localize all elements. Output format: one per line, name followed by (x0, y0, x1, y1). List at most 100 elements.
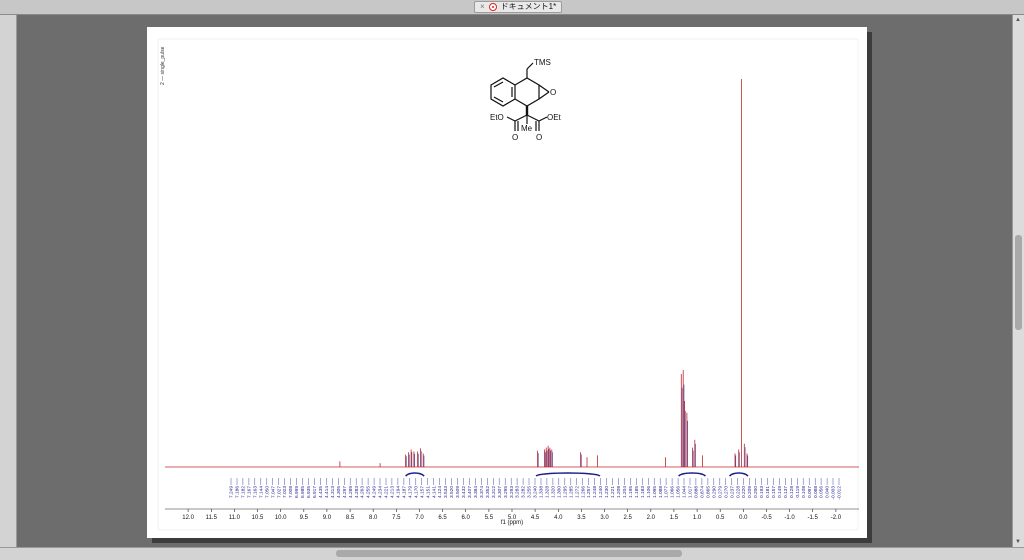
peak-label: 3.255 (527, 478, 533, 498)
peak-label-text: 4.141 (431, 486, 437, 498)
oet-label: OEt (547, 113, 562, 122)
peak-label-text: 0.193 (759, 486, 765, 498)
peak-label: 0.865 (706, 478, 712, 498)
x-tick-label: 6.5 (438, 515, 447, 521)
horizontal-scroll-thumb[interactable] (336, 550, 682, 557)
peak-label-text: 3.307 (497, 486, 503, 498)
peak-label-text: 1.077 (664, 486, 670, 498)
peak-label-text: 0.149 (777, 486, 783, 498)
peak-label-text: 4.297 (342, 486, 348, 498)
peak-label-text: 4.151 (425, 486, 431, 498)
left-panel-strip (0, 15, 17, 547)
peak-label: 1.066 (670, 478, 676, 498)
peak-label: 4.255 (366, 478, 372, 498)
peak-label: 0.181 (765, 478, 771, 498)
carbonyl-o-label: O (512, 133, 518, 142)
peak-label: 0.119 (795, 478, 801, 498)
peak-label: 0.874 (700, 478, 706, 498)
peak-label: 0.097 (807, 478, 813, 498)
document-page: 2 — single_pulse TMS O EtO OEt Me O O 7.… (147, 27, 867, 538)
peak-label-text: 7.182 (241, 486, 247, 498)
vertical-scrollbar[interactable]: ▲ ▼ (1012, 15, 1024, 547)
peak-label-text: 0.270 (723, 486, 729, 498)
peak-label: 1.088 (658, 478, 664, 498)
peak-label: 6.917 (312, 478, 318, 498)
peak-label-text: 1.066 (670, 486, 676, 498)
peak-label: -0.012 (837, 478, 843, 500)
plot-frame (157, 38, 859, 531)
peak-label: 0.220 (741, 478, 747, 498)
peak-label-text: 1.285 (568, 486, 574, 498)
peak-label: 1.295 (562, 478, 568, 498)
x-tick-label: 11.5 (206, 515, 218, 521)
peak-label: 1.077 (664, 478, 670, 498)
peak-label: -0.003 (831, 478, 837, 500)
x-tick-label: -1.5 (808, 515, 819, 521)
peak-label: 7.023 (282, 478, 288, 498)
peak-label: 7.182 (241, 478, 247, 498)
peak-label: 4.157 (419, 478, 425, 498)
peak-label-text: 3.312 (491, 486, 497, 498)
peak-label: 3.432 (461, 478, 467, 498)
scroll-up-icon[interactable]: ▲ (1015, 17, 1021, 23)
horizontal-scrollbar[interactable] (0, 547, 1024, 560)
close-icon[interactable]: × (480, 1, 485, 13)
peak-label-text: 3.240 (533, 486, 539, 498)
peak-label-text: 4.313 (330, 486, 336, 498)
peak-label-text: 0.040 (825, 486, 831, 498)
x-tick-label: 10.0 (275, 515, 287, 521)
peak-label-text: 4.157 (419, 486, 425, 498)
peak-label: 0.128 (789, 478, 795, 498)
peak-label: 3.293 (509, 478, 515, 498)
peak-label-text: 3.374 (479, 486, 485, 498)
peak-label-text: 1.272 (574, 486, 580, 498)
peak-label: 3.283 (515, 478, 521, 498)
peak-label-text: 0.119 (795, 486, 801, 498)
peak-label: 7.144 (258, 478, 264, 498)
peak-label-text: 0.157 (771, 486, 777, 498)
peak-label-text: 0.137 (783, 486, 789, 498)
eto-label: EtO (490, 113, 504, 122)
peak-label: 0.108 (801, 478, 807, 498)
peak-label: 4.297 (342, 478, 348, 498)
molecule-structure: TMS O EtO OEt Me O O (490, 58, 562, 142)
peak-label-text: 7.023 (282, 486, 288, 498)
x-tick-label: 6.0 (462, 515, 471, 521)
peak-label-text: 3.283 (515, 486, 521, 498)
peak-label-text: 1.257 (586, 486, 592, 498)
peak-label-text: 3.282 (521, 486, 527, 498)
peak-label: 0.290 (711, 478, 717, 498)
peak-label-text: 1.183 (640, 486, 646, 498)
peak-label-text: 0.279 (717, 486, 723, 498)
vertical-scroll-thumb[interactable] (1015, 235, 1022, 330)
integral-layer (405, 472, 749, 477)
peak-label-text: 1.056 (676, 486, 682, 498)
peak-label: 1.328 (545, 478, 551, 498)
peak-label: 4.179 (407, 478, 413, 498)
peak-label-text: 4.194 (396, 486, 402, 498)
x-tick-label: 4.5 (531, 515, 540, 521)
ester-bond (526, 114, 540, 122)
document-tab[interactable]: × ドキュメント1* (474, 1, 563, 13)
peak-label: 4.221 (384, 478, 390, 498)
peak-label-text: 0.888 (694, 486, 700, 498)
peak-label-text: 4.305 (336, 486, 342, 498)
peak-label-text: 1.221 (610, 486, 616, 498)
peak-label-text: 3.520 (449, 486, 455, 498)
epoxide-o-label: O (550, 88, 556, 97)
peak-label: 7.167 (247, 478, 253, 498)
x-tick-label: 0.0 (739, 515, 748, 521)
peak-label-text: 1.095 (652, 486, 658, 498)
peak-label-text: 3.384 (473, 486, 479, 498)
peak-label-layer: 7.249 7.186 7.182 7.167 7.163 7.144 7.050 7.047… (229, 478, 843, 500)
peak-label: 1.272 (574, 478, 580, 498)
scroll-down-icon[interactable]: ▼ (1015, 539, 1021, 545)
peak-label-text: 1.320 (551, 486, 557, 498)
peak-label: 3.533 (443, 478, 449, 498)
peak-label: 3.307 (497, 478, 503, 498)
x-axis-label: f1 (ppm) (501, 520, 523, 526)
peak-label: 1.183 (640, 478, 646, 498)
peak-label-text: 7.163 (252, 486, 258, 498)
peak-label: 0.888 (694, 478, 700, 498)
peak-label-text: 4.289 (348, 486, 354, 498)
